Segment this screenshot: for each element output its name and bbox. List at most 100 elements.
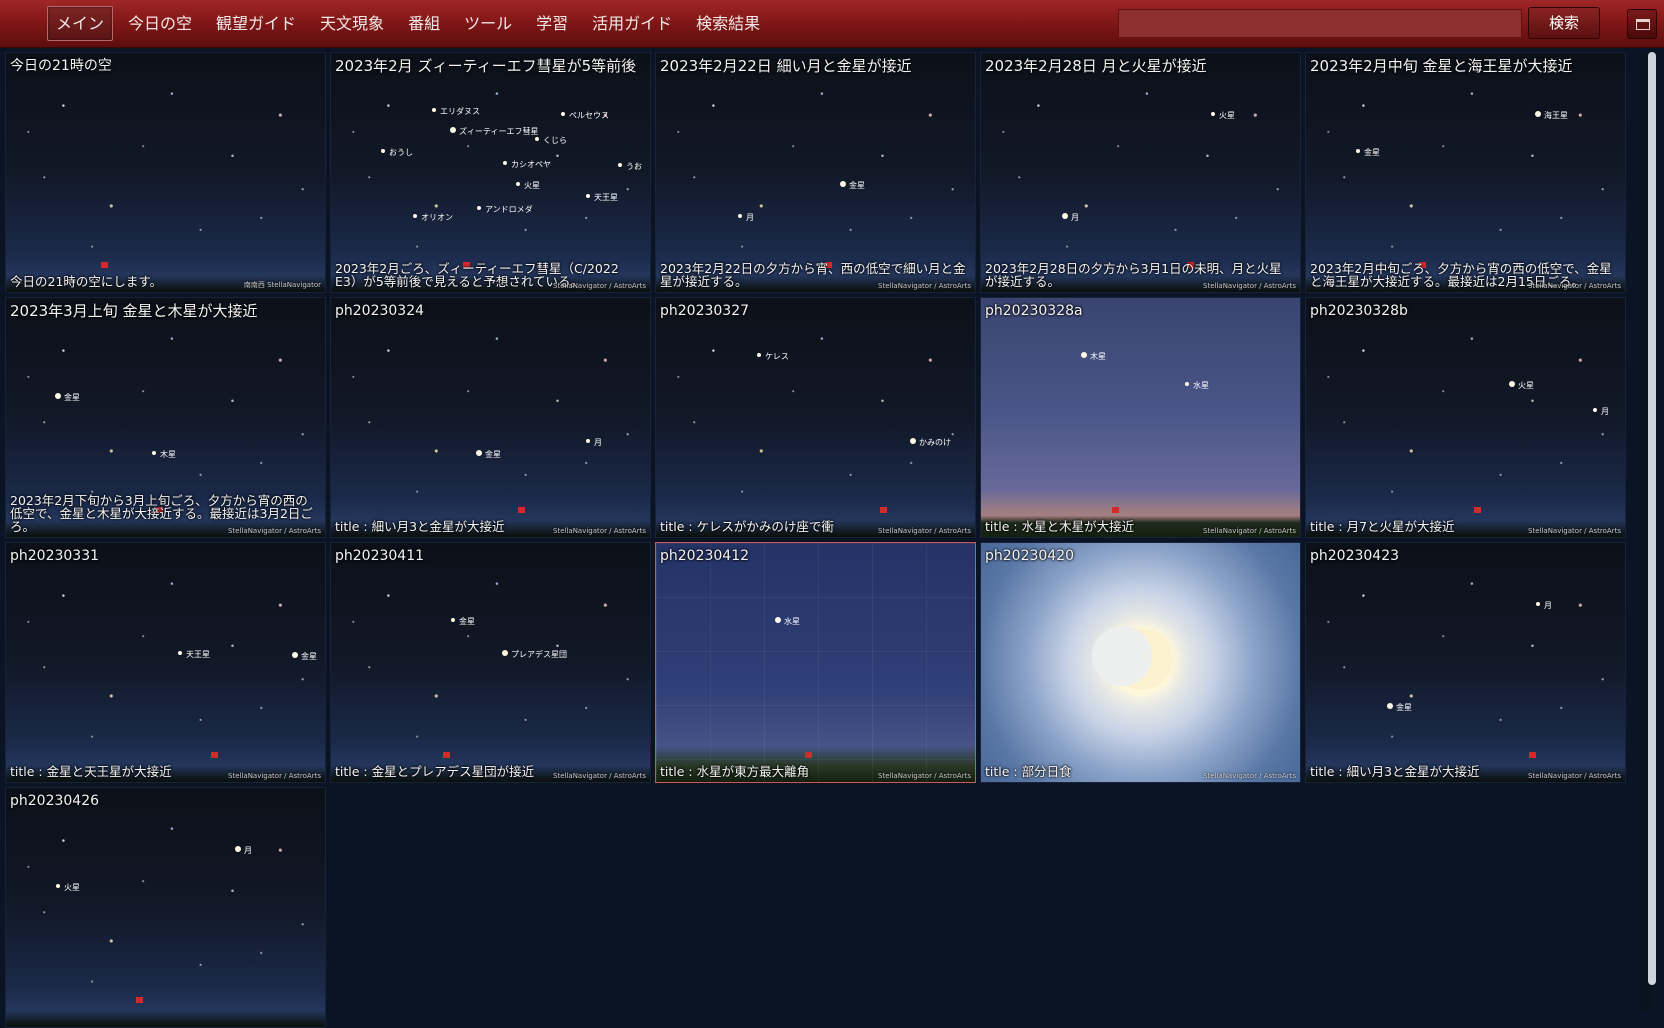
image-credit: StellaNavigator / AstroArts: [553, 282, 646, 290]
object-label: 火星: [1518, 381, 1534, 390]
image-credit: StellaNavigator / AstroArts: [228, 772, 321, 780]
image-credit: 南南西 StellaNavigator: [243, 281, 321, 289]
celestial-object: [1185, 382, 1189, 386]
nav-item-main[interactable]: メイン: [47, 6, 114, 41]
celestial-object: [235, 846, 241, 852]
image-credit: StellaNavigator / AstroArts: [878, 772, 971, 780]
object-label: ズィーティーエフ彗星: [459, 126, 539, 136]
thumbnail-tile[interactable]: 月火星 2023年2月28日 月と火星が接近 2023年2月28日の夕方から3月1日…: [980, 52, 1301, 293]
thumbnail-tile[interactable]: 金星 木星 2023年3月上旬 金星と木星が大接近 2023年2月下旬から3月上旬ごろ…: [5, 297, 326, 538]
image-credit: StellaNavigator / AstroArts: [878, 527, 971, 535]
object-label: 火星: [524, 181, 540, 190]
celestial-object: [502, 650, 508, 656]
object-label: 月: [244, 846, 252, 855]
nav-item-tools[interactable]: ツール: [455, 6, 521, 41]
scrollbar-thumb[interactable]: [1648, 52, 1656, 985]
search-input[interactable]: [1118, 9, 1522, 38]
direction-marker: [136, 997, 143, 1003]
celestial-object: [381, 149, 385, 153]
tile-title: ph20230420: [985, 548, 1075, 564]
nav-item-observing-guide[interactable]: 観望ガイド: [207, 6, 305, 41]
tile-title: 2023年2月28日 月と火星が接近: [985, 57, 1207, 75]
object-label: プレアデス星団: [511, 649, 567, 659]
thumbnail-tile[interactable]: かみのけ ケレス ph20230327 title : ケレスがかみのけ座で衝 Stel…: [655, 297, 976, 538]
sky-chart: 木星水星: [1081, 351, 1209, 390]
thumbnail-tile[interactable]: 今日の21時の空 今日の21時の空にします。 南南西 StellaNavigator: [5, 52, 326, 293]
tile-title: 2023年2月中旬 金星と海王星が大接近: [1310, 57, 1573, 75]
celestial-object: [477, 206, 481, 210]
thumbnail-tile[interactable]: ph20230420 title : 部分日食 StellaNavigator / …: [980, 542, 1301, 783]
object-label: カシオペヤ: [511, 160, 551, 169]
direction-marker: [1529, 752, 1536, 758]
object-label: かみのけ: [919, 438, 951, 447]
object-label: 木星: [160, 449, 176, 459]
celestial-object: [757, 353, 761, 357]
celestial-object: [586, 194, 590, 198]
sky-chart: 月火星: [56, 846, 252, 892]
image-credit: StellaNavigator / AstroArts: [1528, 772, 1621, 780]
tile-title: ph20230331: [10, 548, 100, 564]
tile-title: 2023年2月22日 細い月と金星が接近: [660, 57, 912, 75]
thumbnail-tile[interactable]: 木星 水星 ph20230328a title : 水星と木星が大接近 StellaNa…: [980, 297, 1301, 538]
thumbnail-grid: 今日の21時の空 今日の21時の空にします。 南南西 StellaNavigator…: [5, 52, 1629, 1028]
object-label: 月: [1544, 601, 1552, 610]
nav-item-astro-events[interactable]: 天文現象: [311, 6, 393, 41]
thumbnail-tile[interactable]: 月火星 ph20230426: [5, 787, 326, 1028]
thumbnail-tile[interactable]: 金星月 ph20230423 title : 細い月3と金星が大接近 StellaNa…: [1305, 542, 1626, 783]
tile-title: ph20230411: [335, 548, 425, 564]
celestial-object: [1387, 703, 1393, 709]
thumbnail-tile[interactable]: 水星 ph20230412 title : 水星が東方最大離角 StellaNavig…: [655, 542, 976, 783]
celestial-object: [178, 651, 182, 655]
thumbnail-tile[interactable]: 金星 天王星 ph20230331 title : 金星と天王星が大接近 StellaN…: [5, 542, 326, 783]
tile-title: ph20230423: [1310, 548, 1400, 564]
sky-chart: 金星月: [738, 180, 865, 222]
celestial-object: [535, 137, 539, 141]
nav-item-programs[interactable]: 番組: [399, 6, 449, 41]
direction-marker: [443, 752, 450, 758]
nav-item-usage-guide[interactable]: 活用ガイド: [583, 6, 681, 41]
sky-image: [6, 53, 325, 292]
object-label: 火星: [64, 883, 80, 892]
image-credit: StellaNavigator / AstroArts: [553, 772, 646, 780]
thumbnail-tile[interactable]: 火星月 ph20230328b title : 月7と火星が大接近 StellaNav…: [1305, 297, 1626, 538]
moon-disk: [1092, 626, 1152, 686]
object-label: 金星: [485, 449, 501, 459]
thumbnail-tile[interactable]: ズィーティーエフ彗星 火星 オリオン ペルセウス おうし アンドロメダ 天王星 エリダヌス くじ…: [330, 52, 651, 293]
celestial-object: [516, 182, 520, 186]
celestial-object: [450, 127, 456, 133]
thumbnail-tile[interactable]: 海王星 金星 2023年2月中旬 金星と海王星が大接近 2023年2月中旬ごろ、夕方か…: [1305, 52, 1626, 293]
nav-item-learning[interactable]: 学習: [527, 6, 577, 41]
nav-item-today-sky[interactable]: 今日の空: [119, 6, 201, 41]
celestial-object: [1535, 111, 1541, 117]
celestial-object: [451, 618, 455, 622]
search-button[interactable]: 検索: [1528, 7, 1600, 39]
tile-title: 2023年3月上旬 金星と木星が大接近: [10, 302, 258, 320]
image-credit: StellaNavigator / AstroArts: [553, 527, 646, 535]
celestial-object: [503, 161, 507, 165]
sky-chart: 海王星金星: [1356, 110, 1568, 157]
object-label: くじら: [543, 136, 567, 145]
thumbnail-tile[interactable]: プレアデス星団 金星 ph20230411 title : 金星とプレアデス星団が接近…: [330, 542, 651, 783]
celestial-object: [618, 163, 622, 167]
object-label: ケレス: [765, 352, 789, 361]
celestial-object: [432, 108, 436, 112]
celestial-object: [56, 884, 60, 888]
celestial-object: [910, 438, 916, 444]
window-icon[interactable]: [1627, 9, 1657, 39]
nav-item-search-results[interactable]: 検索結果: [687, 6, 769, 41]
direction-marker: [518, 507, 525, 513]
object-label: 金星: [1364, 147, 1380, 157]
celestial-object: [1536, 602, 1540, 606]
object-label: 月: [1071, 213, 1079, 222]
object-label: おうし: [389, 148, 413, 157]
direction-marker: [880, 507, 887, 513]
celestial-object: [1509, 381, 1515, 387]
tile-title: ph20230328a: [985, 303, 1083, 319]
thumbnail-tile[interactable]: 金星月 2023年2月22日 細い月と金星が接近 2023年2月22日の夕方から宵、…: [655, 52, 976, 293]
thumbnail-tile[interactable]: 金星月 ph20230324 title : 細い月3と金星が大接近 StellaNa…: [330, 297, 651, 538]
object-label: 海王星: [1544, 110, 1568, 120]
object-label: オリオン: [421, 213, 453, 222]
sky-image: [981, 543, 1300, 782]
sky-chart: 水星: [775, 616, 800, 626]
image-credit: StellaNavigator / AstroArts: [228, 527, 321, 535]
